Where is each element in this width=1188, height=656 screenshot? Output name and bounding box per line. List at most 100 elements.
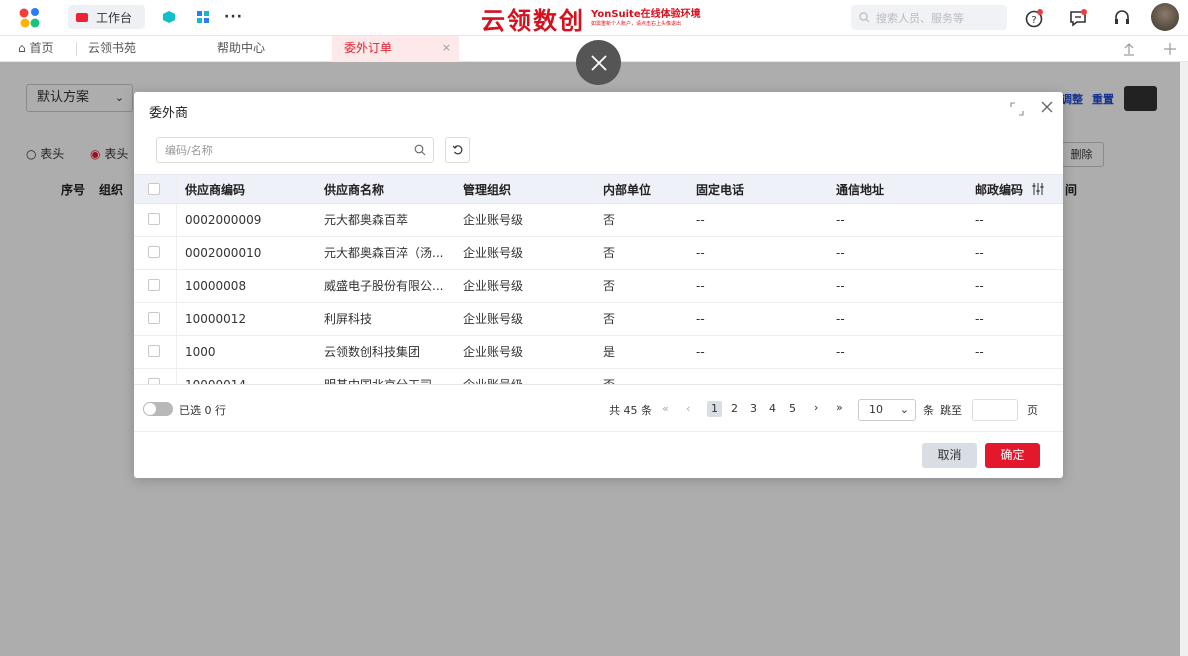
tab-outsourcing-order[interactable]: 委外订单 ×: [332, 36, 459, 62]
tab-yunling-academy[interactable]: 云领书苑: [70, 36, 200, 62]
supplier-modal: 委外商 编码/名称 供应商编码 供应商名称 管理组织 内部单位 固定电话 通信地…: [134, 92, 1063, 478]
table-body: 0002000009 元大都奥森百萃 企业账号级 否 -- -- -- 0002…: [134, 204, 1063, 384]
cell-internal: 否: [603, 279, 616, 293]
svg-text:?: ?: [1031, 15, 1036, 26]
row-checkbox[interactable]: [148, 246, 160, 258]
page-unit: 页: [1027, 404, 1038, 417]
refresh-icon: [452, 145, 462, 155]
page-size-select[interactable]: 10 ⌄: [858, 399, 916, 421]
modal-title: 委外商: [149, 106, 189, 121]
row-checkbox[interactable]: [148, 279, 160, 291]
cell-address: --: [836, 312, 845, 326]
row-checkbox[interactable]: [148, 213, 160, 225]
col-header-internal[interactable]: 内部单位: [603, 175, 651, 205]
cell-internal: 否: [603, 246, 616, 260]
grid-app-icon[interactable]: [196, 10, 210, 24]
reset-button[interactable]: [445, 137, 470, 163]
supplier-search-input[interactable]: 编码/名称: [156, 137, 434, 163]
app-logo-icon[interactable]: [18, 8, 42, 28]
message-icon[interactable]: [1068, 8, 1088, 28]
cell-org: 企业账号级: [463, 312, 524, 326]
column-settings-icon[interactable]: [1031, 182, 1045, 196]
global-search-input[interactable]: 搜索人员、服务等: [851, 5, 1007, 30]
upload-icon[interactable]: [1122, 42, 1136, 56]
last-page-icon[interactable]: »: [836, 401, 843, 414]
tab-home[interactable]: ⌂ 首页: [0, 36, 76, 62]
page-1[interactable]: 1: [707, 401, 722, 417]
tab-label: 云领书苑: [88, 41, 137, 55]
expand-icon[interactable]: [1010, 102, 1024, 116]
chevron-down-icon: ⌄: [899, 403, 909, 416]
table-row[interactable]: 0002000010 元大都奥森百淬（汤... 企业账号级 否 -- -- --: [134, 237, 1063, 270]
workbench-button[interactable]: 工作台: [68, 5, 145, 29]
support-headset-icon[interactable]: [1112, 8, 1132, 28]
prev-page-icon[interactable]: ‹: [686, 402, 690, 415]
next-page-icon[interactable]: ›: [814, 401, 818, 414]
cancel-button[interactable]: 取消: [922, 443, 977, 468]
cell-phone: --: [696, 369, 705, 384]
cell-code: 10000008: [185, 279, 247, 293]
home-icon: ⌂: [18, 41, 26, 55]
page-4[interactable]: 4: [765, 401, 780, 417]
tab-home-label: 首页: [29, 41, 54, 55]
col-header-zip[interactable]: 邮政编码: [975, 175, 1023, 205]
page-5[interactable]: 5: [785, 401, 800, 417]
page-3[interactable]: 3: [746, 401, 761, 417]
confirm-button[interactable]: 确定: [985, 443, 1040, 468]
cell-internal: 是: [603, 345, 616, 359]
modal-close-button[interactable]: [1037, 98, 1057, 118]
cell-code: 10000012: [185, 312, 247, 326]
cell-code: 0002000010: [185, 246, 262, 260]
workbench-icon: [76, 12, 88, 22]
user-avatar[interactable]: [1151, 3, 1179, 31]
jump-page-input[interactable]: [972, 399, 1018, 421]
selected-count: 已选 0 行: [179, 404, 226, 417]
workbench-label: 工作台: [96, 10, 133, 25]
cell-address: --: [836, 246, 845, 260]
overlay-close-button[interactable]: [576, 40, 621, 85]
table-header: 供应商编码 供应商名称 管理组织 内部单位 固定电话 通信地址 邮政编码: [134, 174, 1063, 204]
cell-org: 企业账号级: [463, 213, 524, 227]
show-selected-toggle[interactable]: [143, 402, 173, 416]
search-icon[interactable]: [414, 144, 426, 156]
tab-close-icon[interactable]: ×: [442, 36, 451, 60]
cell-zip: --: [975, 345, 984, 359]
table-row[interactable]: 10000014 明基中国北京分工司 企业账号级 否 -- -- --: [134, 369, 1063, 384]
cell-org: 企业账号级: [463, 369, 523, 384]
cell-name: 明基中国北京分工司: [324, 369, 456, 384]
tab-help-center[interactable]: 帮助中心: [199, 36, 332, 62]
search-icon: [859, 12, 870, 23]
table-row[interactable]: 10000008 威盛电子股份有限公... 企业账号级 否 -- -- --: [134, 270, 1063, 303]
cell-phone: --: [696, 213, 705, 227]
col-header-code[interactable]: 供应商编码: [185, 175, 245, 205]
first-page-icon[interactable]: «: [662, 402, 669, 415]
row-checkbox[interactable]: [148, 312, 160, 324]
cell-zip: --: [975, 246, 984, 260]
col-header-phone[interactable]: 固定电话: [696, 175, 744, 205]
help-icon[interactable]: ?: [1024, 8, 1044, 28]
row-checkbox[interactable]: [148, 345, 160, 357]
table-row[interactable]: 0002000009 元大都奥森百萃 企业账号级 否 -- -- --: [134, 204, 1063, 237]
table-row[interactable]: 1000 云领数创科技集团 企业账号级 是 -- -- --: [134, 336, 1063, 369]
tab-label: 委外订单: [344, 41, 393, 55]
cube-app-icon[interactable]: [162, 10, 176, 24]
more-apps-button[interactable]: ···: [224, 9, 243, 25]
cell-phone: --: [696, 345, 705, 359]
supplier-search-placeholder: 编码/名称: [165, 144, 213, 157]
select-all-checkbox[interactable]: [148, 183, 160, 195]
table-row[interactable]: 10000012 利屏科技 企业账号级 否 -- -- --: [134, 303, 1063, 336]
cell-code: 0002000009: [185, 213, 262, 227]
cell-internal: 否: [603, 312, 616, 326]
col-header-name[interactable]: 供应商名称: [324, 175, 384, 205]
col-header-org[interactable]: 管理组织: [463, 175, 511, 205]
cell-address: --: [836, 345, 845, 359]
brand-subtitle: YonSuite在线体验环境: [591, 8, 701, 20]
page-size-value: 10: [869, 403, 883, 416]
cell-zip: --: [975, 312, 984, 326]
page-scrollbar[interactable]: [1180, 62, 1188, 656]
collapse-icon[interactable]: [1163, 42, 1177, 56]
cell-phone: --: [696, 312, 705, 326]
col-header-address[interactable]: 通信地址: [836, 175, 884, 205]
cell-address: --: [836, 369, 845, 384]
page-2[interactable]: 2: [727, 401, 742, 417]
